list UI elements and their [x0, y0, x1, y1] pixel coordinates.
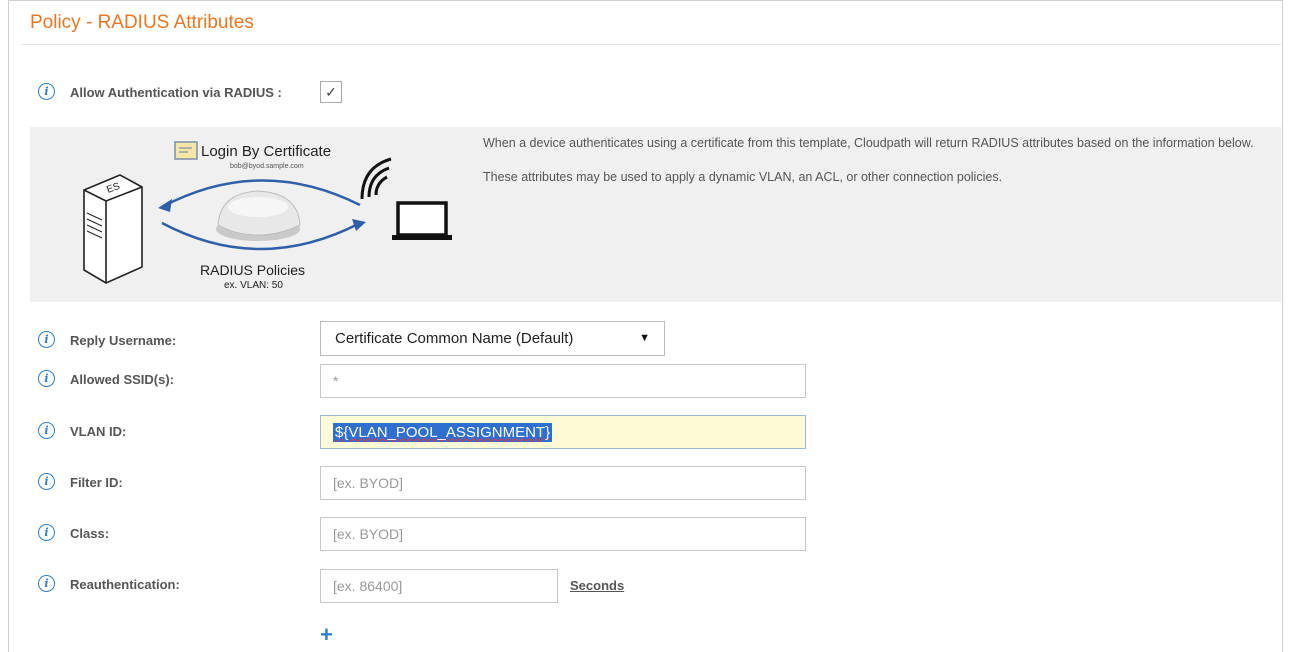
certificate-icon — [174, 141, 198, 160]
info-icon[interactable]: i — [38, 575, 55, 592]
reauthentication-label: Reauthentication: — [70, 577, 180, 592]
vlan-id-value: ${VLAN_POOL_ASSIGNMENT} — [333, 422, 553, 442]
info-icon[interactable]: i — [38, 370, 55, 387]
policies-title: RADIUS Policies — [200, 262, 305, 278]
reply-username-select[interactable]: Certificate Common Name (Default) ▼ — [320, 321, 665, 356]
arrow-head-left — [158, 199, 172, 212]
add-attribute-button[interactable]: + — [320, 624, 333, 646]
class-placeholder: [ex. BYOD] — [333, 526, 404, 542]
arrow-head-right — [352, 219, 366, 231]
reply-username-value: Certificate Common Name (Default) — [335, 330, 574, 347]
banner-paragraph: These attributes may be used to apply a … — [483, 170, 1003, 184]
vlan-id-label: VLAN ID: — [70, 424, 127, 439]
filter-id-label: Filter ID: — [70, 475, 123, 490]
reauthentication-input[interactable]: [ex. 86400] — [320, 569, 558, 603]
chevron-down-icon: ▼ — [639, 332, 650, 344]
class-label: Class: — [70, 526, 110, 541]
reauthentication-placeholder: [ex. 86400] — [333, 578, 403, 594]
allow-auth-label: Allow Authentication via RADIUS : — [70, 85, 282, 100]
seconds-unit-label[interactable]: Seconds — [570, 578, 624, 593]
allowed-ssids-input[interactable]: * — [320, 364, 806, 398]
title-divider — [22, 44, 1281, 45]
vlan-id-input[interactable]: ${VLAN_POOL_ASSIGNMENT} — [320, 415, 806, 449]
banner-text: When a device authenticates using a cert… — [483, 135, 1273, 203]
login-email: bob@byod.sample.com — [230, 163, 304, 170]
wifi-icon — [360, 157, 392, 200]
banner-paragraph: When a device authenticates using a cert… — [483, 136, 1254, 150]
info-icon[interactable]: i — [38, 524, 55, 541]
info-icon[interactable]: i — [38, 473, 55, 490]
allowed-ssids-label: Allowed SSID(s): — [70, 372, 175, 387]
page-title: Policy - RADIUS Attributes — [30, 12, 254, 33]
check-mark: ✓ — [325, 83, 337, 100]
info-icon[interactable]: i — [38, 83, 55, 100]
allow-auth-checkbox[interactable]: ✓ — [320, 81, 342, 103]
policies-example: ex. VLAN: 50 — [224, 280, 283, 291]
filter-id-input[interactable]: [ex. BYOD] — [320, 466, 806, 500]
login-title: Login By Certificate — [201, 143, 331, 160]
radius-illustration: Login By Certificate bob@byod.sample.com… — [83, 141, 452, 291]
allowed-ssids-value: * — [333, 373, 339, 389]
info-icon[interactable]: i — [38, 331, 55, 348]
access-point-icon — [216, 190, 301, 241]
reply-username-label: Reply Username: — [70, 333, 177, 348]
laptop-icon — [392, 201, 452, 240]
info-icon[interactable]: i — [38, 422, 55, 439]
class-input[interactable]: [ex. BYOD] — [320, 517, 806, 551]
filter-id-placeholder: [ex. BYOD] — [333, 475, 404, 491]
server-icon: ES — [83, 174, 143, 284]
